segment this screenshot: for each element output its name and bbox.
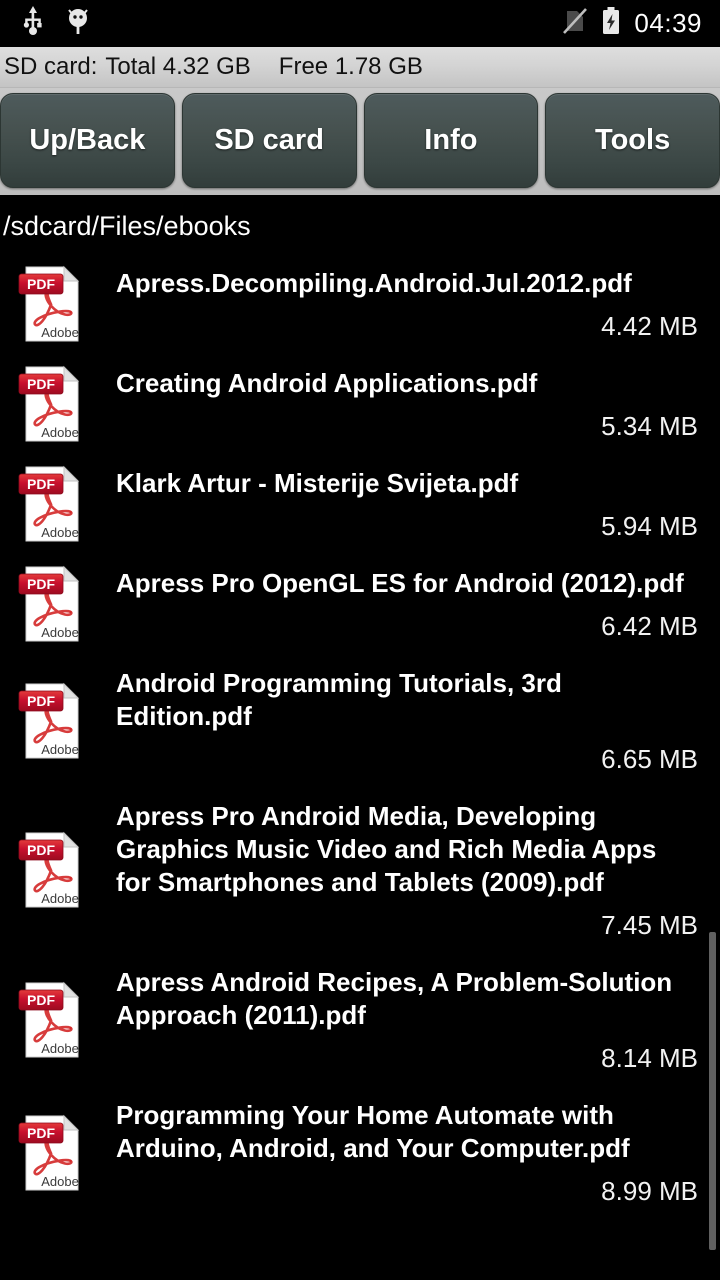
pdf-file-icon: PDF Adobe (18, 565, 80, 642)
file-info-cell: Apress Android Recipes, A Problem-Soluti… (96, 964, 698, 1075)
file-name: Apress Pro OpenGL ES for Android (2012).… (116, 568, 684, 598)
file-info-cell: Apress.Decompiling.Android.Jul.2012.pdf 4… (96, 265, 698, 343)
file-info-cell: Android Programming Tutorials, 3rd Editi… (96, 665, 698, 776)
file-info-cell: Klark Artur - Misterije Svijeta.pdf 5.94 … (96, 465, 698, 543)
file-size: 8.14 MB (601, 1043, 698, 1073)
tools-button[interactable]: Tools (545, 93, 720, 188)
svg-text:Adobe: Adobe (41, 1041, 79, 1056)
file-size: 4.42 MB (601, 311, 698, 341)
file-list-item[interactable]: PDF Adobe Programming Your Home Automate… (0, 1097, 720, 1208)
current-path[interactable]: /sdcard/Files/ebooks (0, 195, 720, 257)
storage-label: SD card: (4, 53, 98, 80)
usb-icon (22, 6, 44, 41)
pdf-file-icon: PDF Adobe (18, 1114, 80, 1190)
svg-text:Adobe: Adobe (41, 1174, 79, 1189)
file-icon-cell: PDF Adobe (18, 831, 96, 909)
file-name: Creating Android Applications.pdf (116, 368, 538, 398)
svg-text:PDF: PDF (27, 376, 55, 392)
svg-text:PDF: PDF (27, 1125, 55, 1141)
svg-text:PDF: PDF (27, 992, 55, 1008)
file-list-item[interactable]: PDF Adobe Apress.Decompiling.Android.Jul… (0, 265, 720, 343)
pdf-file-icon: PDF Adobe (18, 682, 80, 758)
file-info-cell: Apress Pro Android Media, Developing Gra… (96, 798, 698, 942)
file-size: 6.42 MB (601, 611, 698, 641)
pdf-file-icon: PDF Adobe (18, 465, 80, 542)
file-list-item[interactable]: PDF Adobe Apress Android Recipes, A Prob… (0, 964, 720, 1075)
pdf-file-icon: PDF Adobe (18, 831, 80, 908)
file-name: Apress Pro Android Media, Developing Gra… (116, 801, 657, 897)
android-debug-icon (66, 6, 90, 41)
storage-total: Total 4.32 GB (105, 53, 251, 80)
svg-text:PDF: PDF (27, 576, 55, 592)
file-info-cell: Creating Android Applications.pdf 5.34 MB (96, 365, 698, 443)
up-back-button[interactable]: Up/Back (0, 93, 175, 188)
file-name: Apress.Decompiling.Android.Jul.2012.pdf (116, 268, 632, 298)
file-icon-cell: PDF Adobe (18, 682, 96, 760)
storage-info-bar: SD card: Total 4.32 GB Free 1.78 GB (0, 47, 720, 88)
file-icon-cell: PDF Adobe (18, 365, 96, 443)
file-name: Android Programming Tutorials, 3rd Editi… (116, 668, 562, 731)
svg-text:Adobe: Adobe (41, 425, 79, 440)
svg-text:Adobe: Adobe (41, 742, 79, 757)
pdf-file-icon: PDF Adobe (18, 981, 80, 1057)
file-size: 6.65 MB (601, 744, 698, 774)
storage-free: Free 1.78 GB (278, 53, 423, 80)
svg-text:PDF: PDF (27, 842, 55, 858)
file-list[interactable]: PDF Adobe Apress.Decompiling.Android.Jul… (0, 257, 720, 1280)
file-icon-cell: PDF Adobe (18, 465, 96, 543)
info-button[interactable]: Info (363, 93, 539, 188)
file-icon-cell: PDF Adobe (18, 981, 96, 1059)
file-name: Apress Android Recipes, A Problem-Soluti… (116, 967, 673, 1030)
battery-charging-icon (601, 6, 621, 41)
toolbar: Up/Back SD card Info Tools (0, 88, 720, 195)
status-bar-clock: 04:39 (634, 8, 702, 38)
svg-text:Adobe: Adobe (41, 525, 79, 540)
file-icon-cell: PDF Adobe (18, 565, 96, 643)
file-size: 8.99 MB (601, 1176, 698, 1206)
svg-text:PDF: PDF (27, 276, 55, 292)
file-list-item[interactable]: PDF Adobe Apress Pro OpenGL ES for Andro… (0, 565, 720, 643)
status-bar: 04:39 (0, 0, 720, 47)
status-bar-left-icons (0, 6, 90, 41)
svg-text:Adobe: Adobe (41, 891, 79, 906)
svg-text:Adobe: Adobe (41, 625, 79, 640)
file-list-item[interactable]: PDF Adobe Android Programming Tutorials,… (0, 665, 720, 776)
file-name: Klark Artur - Misterije Svijeta.pdf (116, 468, 519, 498)
file-size: 7.45 MB (601, 910, 698, 940)
status-bar-right-icons: 04:39 (562, 6, 720, 41)
pdf-file-icon: PDF Adobe (18, 265, 80, 342)
pdf-file-icon: PDF Adobe (18, 365, 80, 442)
scrollbar-track[interactable] (709, 257, 716, 1280)
file-list-item[interactable]: PDF Adobe Apress Pro Android Media, Deve… (0, 798, 720, 942)
file-size: 5.94 MB (601, 511, 698, 541)
file-size: 5.34 MB (601, 411, 698, 441)
file-list-item[interactable]: PDF Adobe Klark Artur - Misterije Svijet… (0, 465, 720, 543)
no-sim-icon (562, 6, 588, 41)
scrollbar-thumb[interactable] (709, 932, 716, 1250)
svg-text:PDF: PDF (27, 693, 55, 709)
sd-card-button[interactable]: SD card (181, 93, 357, 188)
file-info-cell: Programming Your Home Automate with Ardu… (96, 1097, 698, 1208)
file-icon-cell: PDF Adobe (18, 265, 96, 343)
file-info-cell: Apress Pro OpenGL ES for Android (2012).… (96, 565, 698, 643)
svg-text:PDF: PDF (27, 476, 55, 492)
file-list-item[interactable]: PDF Adobe Creating Android Applications.… (0, 365, 720, 443)
svg-text:Adobe: Adobe (41, 325, 79, 340)
file-name: Programming Your Home Automate with Ardu… (116, 1100, 630, 1163)
file-icon-cell: PDF Adobe (18, 1114, 96, 1192)
